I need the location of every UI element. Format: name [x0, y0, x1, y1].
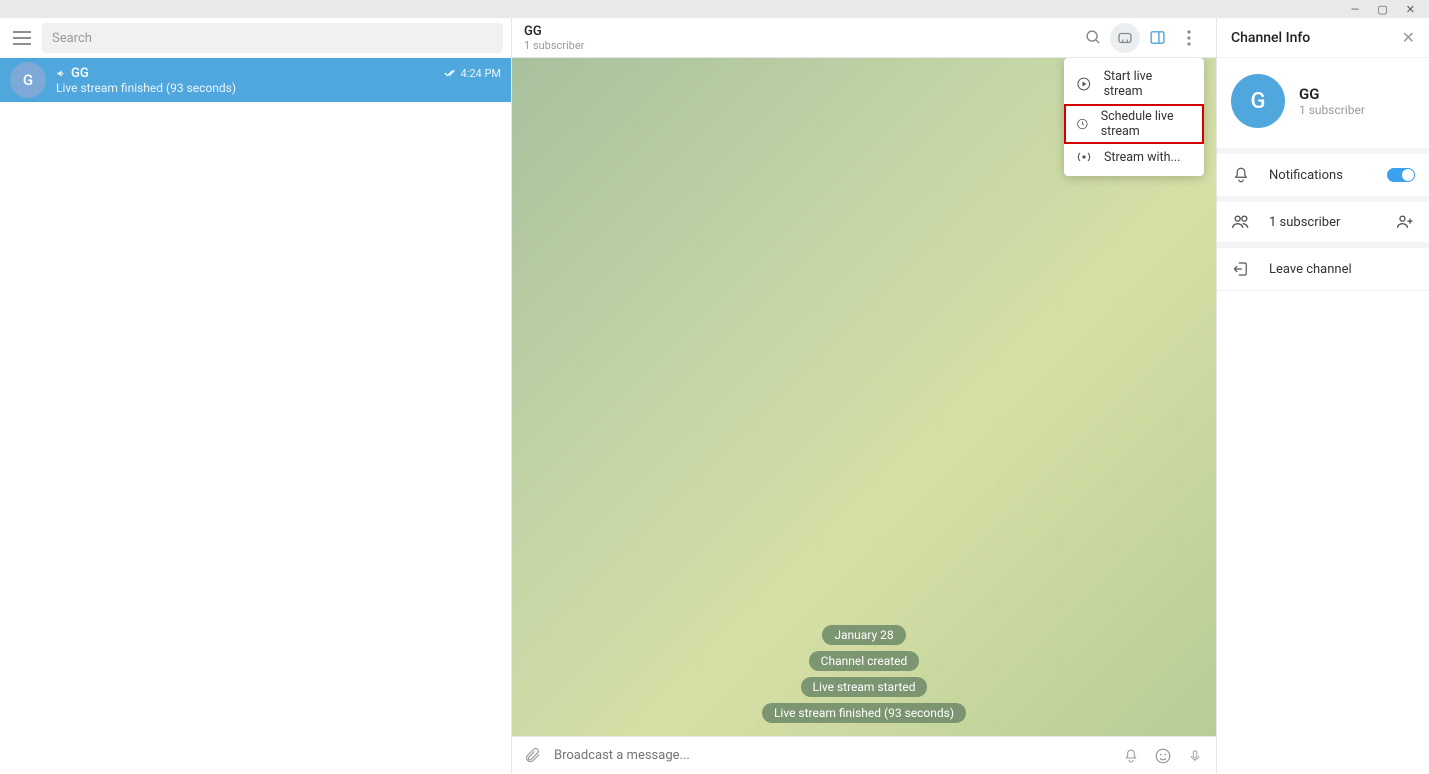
date-badge: January 28 [822, 625, 905, 645]
service-message: Live stream started [801, 677, 928, 697]
service-message: Channel created [809, 651, 920, 671]
conversation-header[interactable]: GG 1 subscriber [512, 18, 1216, 58]
message-area: Start live stream Schedule live stream S… [512, 58, 1216, 736]
read-check-icon [444, 68, 458, 78]
voice-icon[interactable] [1184, 746, 1206, 766]
service-message: Live stream finished (93 seconds) [762, 703, 966, 723]
livestream-icon[interactable] [1110, 23, 1140, 53]
chat-name: GG [56, 66, 89, 81]
leave-icon [1231, 260, 1251, 278]
chat-preview: Live stream finished (93 seconds) [56, 81, 501, 95]
attach-icon[interactable] [522, 747, 544, 765]
channel-name: GG [1299, 85, 1365, 103]
message-input[interactable] [554, 748, 1110, 763]
emoji-icon[interactable] [1152, 747, 1174, 765]
subscribers-label: 1 subscriber [1269, 215, 1377, 230]
search-placeholder: Search [52, 31, 92, 46]
dropdown-schedule-stream[interactable]: Schedule live stream [1064, 104, 1204, 144]
side-panel-icon[interactable] [1142, 23, 1172, 53]
dropdown-stream-with[interactable]: Stream with... [1064, 144, 1204, 170]
dropdown-start-stream[interactable]: Start live stream [1064, 64, 1204, 104]
more-menu-icon[interactable] [1174, 23, 1204, 53]
channel-avatar[interactable]: G [1231, 74, 1285, 128]
clock-icon [1076, 116, 1089, 132]
close-icon[interactable]: ✕ [1402, 28, 1415, 47]
channel-sub-count: 1 subscriber [1299, 103, 1365, 117]
chat-avatar: G [10, 62, 46, 98]
channel-subtitle: 1 subscriber [524, 39, 1078, 52]
window-close[interactable]: ✕ [1406, 3, 1415, 16]
window-minimize[interactable]: — [1351, 3, 1360, 16]
add-member-icon[interactable] [1395, 214, 1415, 230]
leave-channel-label: Leave channel [1269, 262, 1415, 277]
notifications-label: Notifications [1269, 168, 1369, 183]
megaphone-icon [56, 68, 67, 79]
bell-icon [1231, 166, 1251, 184]
channel-title: GG [524, 24, 1078, 39]
search-input[interactable]: Search [42, 23, 503, 53]
message-composer [512, 736, 1216, 774]
livestream-dropdown: Start live stream Schedule live stream S… [1064, 58, 1204, 176]
chat-list-panel: Search G GG 4:24 PM [0, 18, 512, 774]
notifications-toggle[interactable] [1387, 168, 1415, 182]
window-maximize[interactable]: ▢ [1377, 3, 1387, 16]
people-icon [1231, 214, 1251, 230]
leave-channel-row[interactable]: Leave channel [1217, 248, 1429, 291]
channel-profile: G GG 1 subscriber [1217, 58, 1429, 154]
notifications-row[interactable]: Notifications [1217, 154, 1429, 202]
conversation-panel: GG 1 subscriber [512, 18, 1216, 774]
hamburger-menu-icon[interactable] [8, 24, 36, 52]
channel-info-panel: Channel Info ✕ G GG 1 subscriber Notific… [1216, 18, 1429, 774]
play-circle-icon [1076, 76, 1092, 92]
chat-list-item[interactable]: G GG 4:24 PM Live stream finished (93 se… [0, 58, 511, 102]
subscribers-row[interactable]: 1 subscriber [1217, 202, 1429, 248]
broadcast-icon [1076, 149, 1092, 165]
chat-time: 4:24 PM [444, 67, 501, 80]
silent-icon[interactable] [1120, 747, 1142, 765]
channel-info-title: Channel Info [1231, 30, 1310, 46]
search-icon[interactable] [1078, 23, 1108, 53]
window-titlebar: — ▢ ✕ [0, 0, 1429, 18]
